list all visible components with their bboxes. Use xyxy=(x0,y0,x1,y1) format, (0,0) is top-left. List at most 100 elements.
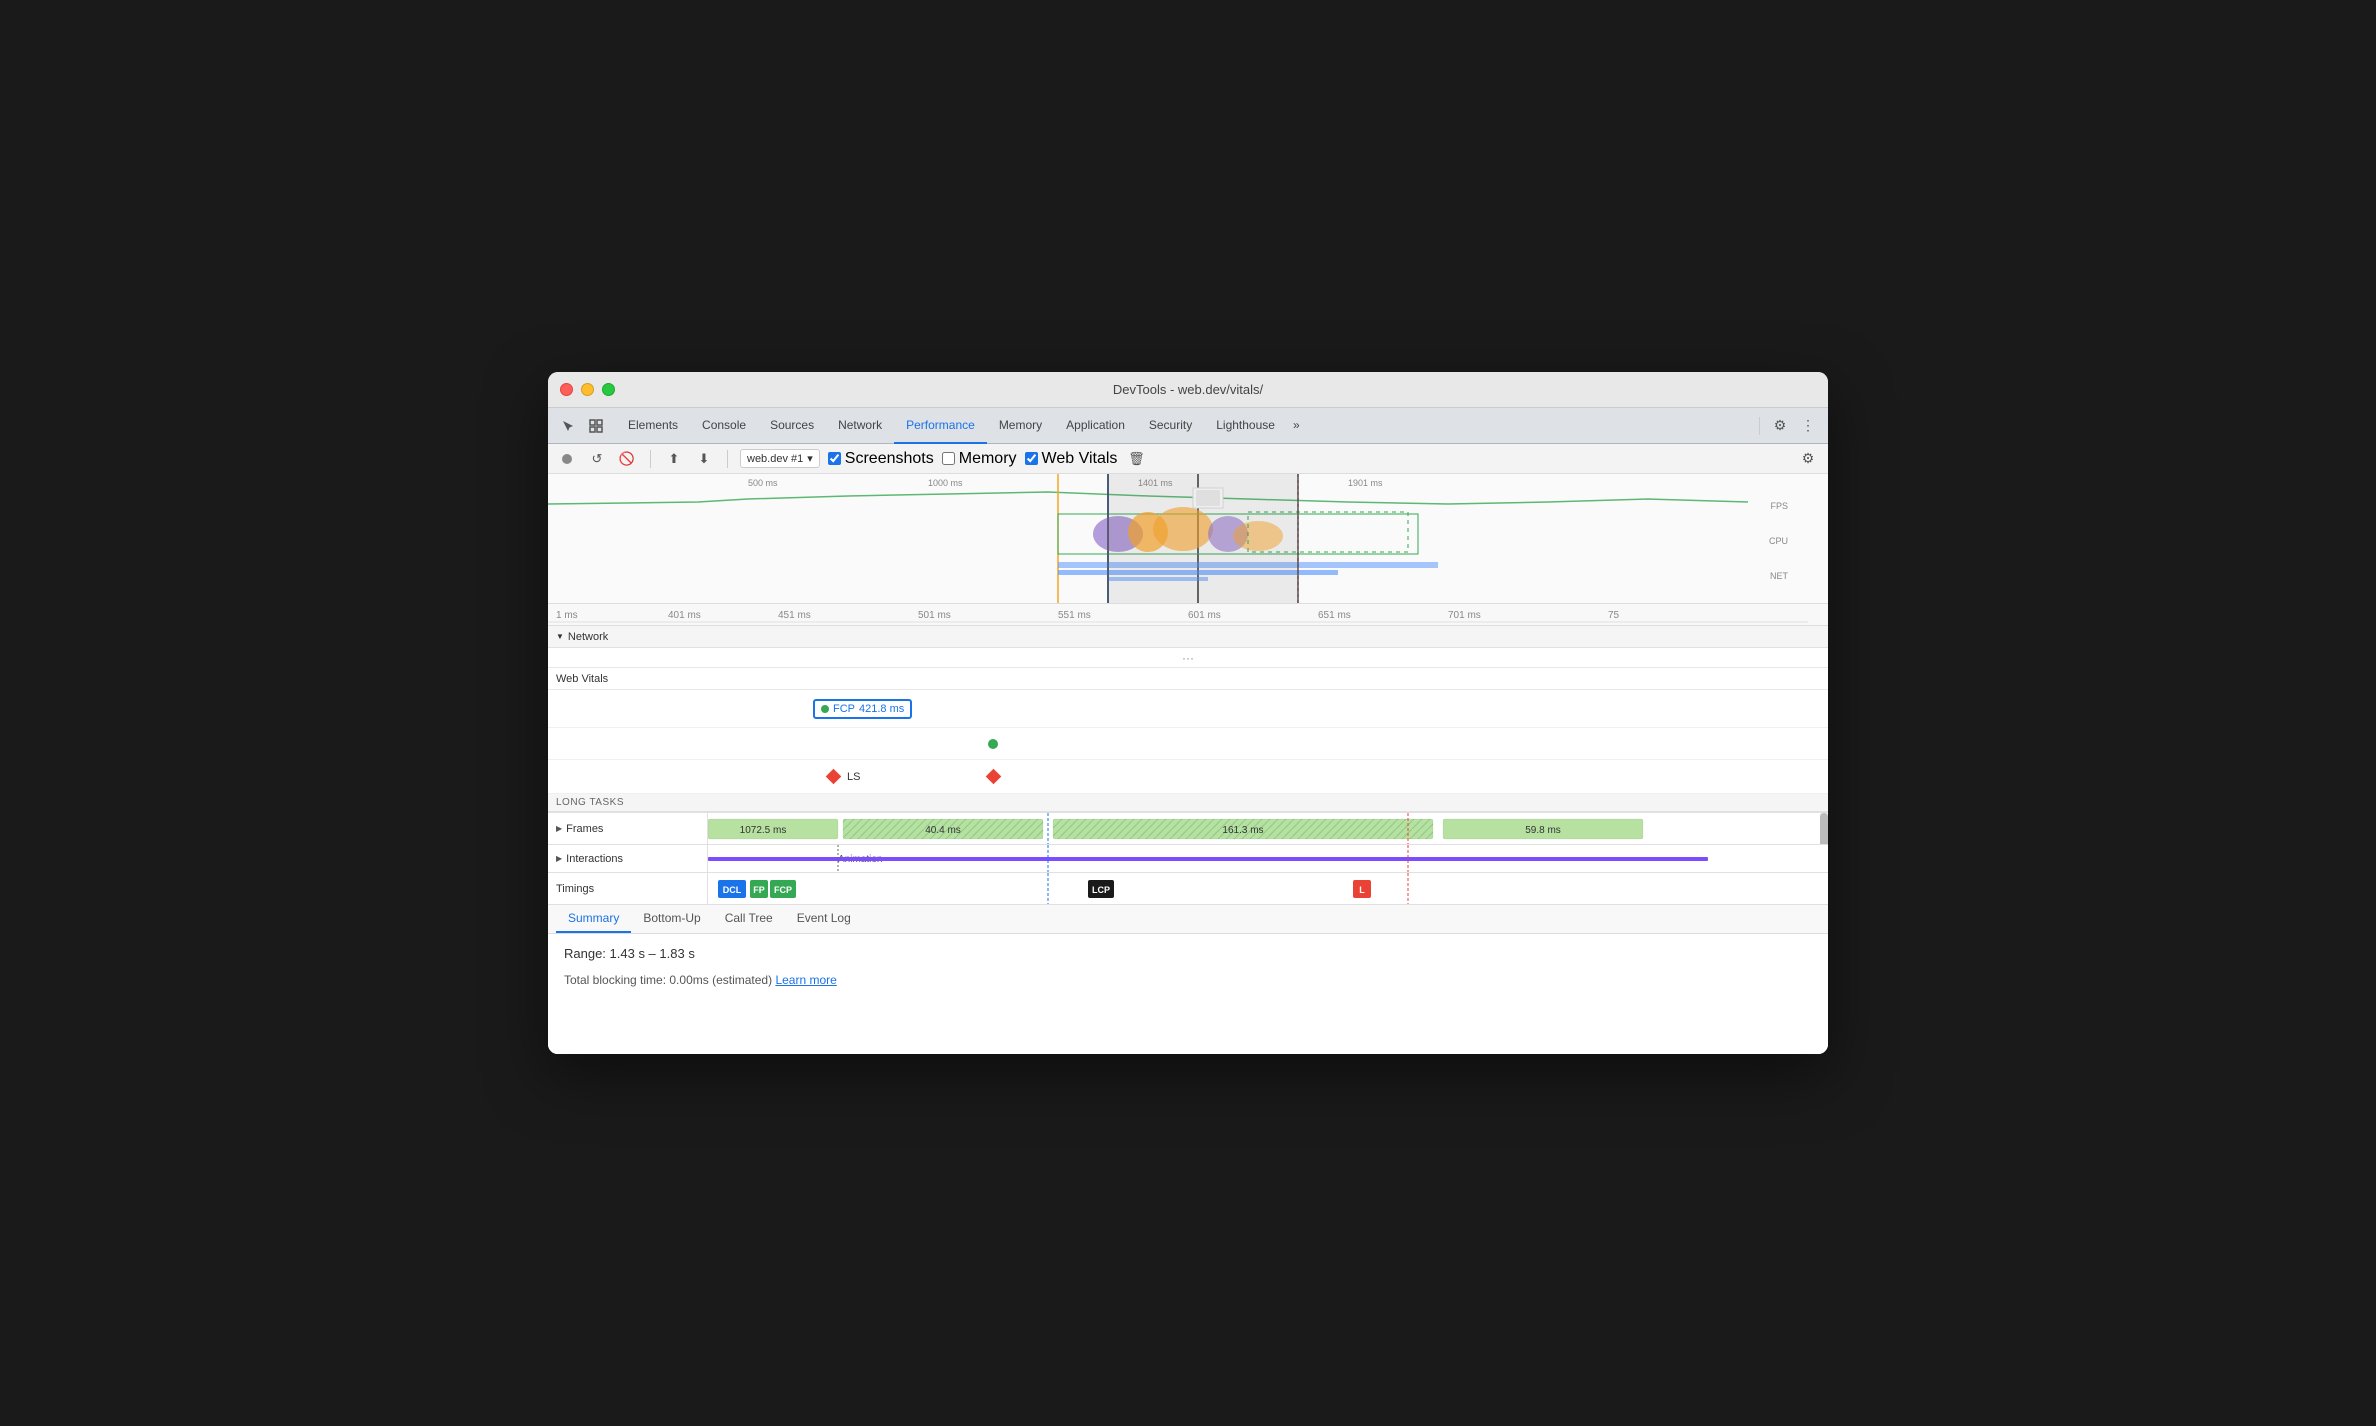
frames-row: ▶ Frames 1072.5 ms 40.4 ms xyxy=(548,813,1828,845)
tab-lighthouse[interactable]: Lighthouse xyxy=(1204,408,1287,444)
svg-text:401 ms: 401 ms xyxy=(668,610,701,621)
tab-bar-right: ⚙ ⋮ xyxy=(1755,414,1820,438)
svg-text:501 ms: 501 ms xyxy=(918,610,951,621)
tab-network[interactable]: Network xyxy=(826,408,894,444)
svg-text:DCL: DCL xyxy=(723,885,742,895)
interactions-content: Animation xyxy=(708,845,1828,872)
timings-content: DCL FP FCP LCP xyxy=(708,873,1828,904)
tab-performance[interactable]: Performance xyxy=(894,408,987,444)
triangle-icon: ▼ xyxy=(556,632,564,641)
settings-icon[interactable]: ⚙ xyxy=(1768,414,1792,438)
tab-sources[interactable]: Sources xyxy=(758,408,826,444)
svg-text:161.3 ms: 161.3 ms xyxy=(1222,825,1263,836)
tab-event-log[interactable]: Event Log xyxy=(785,905,863,933)
tab-bottom-up[interactable]: Bottom-Up xyxy=(631,905,712,933)
tab-elements[interactable]: Elements xyxy=(616,408,690,444)
fcp-row: FCP 421.8 ms xyxy=(548,690,1828,728)
web-vitals-header: Web Vitals xyxy=(548,668,1828,690)
tab-console[interactable]: Console xyxy=(690,408,758,444)
svg-text:500 ms: 500 ms xyxy=(748,478,778,488)
refresh-button[interactable]: ↺ xyxy=(586,448,608,470)
capture-settings-icon[interactable]: ⚙ xyxy=(1796,447,1820,471)
svg-text:FPS: FPS xyxy=(1770,501,1788,511)
memory-checkbox[interactable]: Memory xyxy=(942,450,1017,468)
ls-label: LS xyxy=(847,771,860,783)
devtools-body: Elements Console Sources Network Perform… xyxy=(548,408,1828,1054)
ls-diamond-2 xyxy=(986,769,1002,785)
more-icon[interactable]: ⋮ xyxy=(1796,414,1820,438)
tab-more[interactable]: » xyxy=(1287,408,1306,444)
ls-diamond-1 xyxy=(826,769,842,785)
svg-text:551 ms: 551 ms xyxy=(1058,610,1091,621)
session-selector[interactable]: web.dev #1 ▾ xyxy=(740,449,820,468)
upload-button[interactable]: ⬆ xyxy=(663,448,685,470)
timings-label[interactable]: Timings xyxy=(548,873,708,904)
fcp-badge[interactable]: FCP 421.8 ms xyxy=(813,699,912,719)
tab-security[interactable]: Security xyxy=(1137,408,1204,444)
track-dots: ··· xyxy=(548,648,1828,668)
svg-text:1000 ms: 1000 ms xyxy=(928,478,963,488)
timeline-main: 1 ms 401 ms 451 ms 501 ms 551 ms 601 ms … xyxy=(548,604,1828,1054)
frames-label[interactable]: ▶ Frames xyxy=(548,813,708,844)
timings-row: Timings DCL FP FCP xyxy=(548,873,1828,905)
fcp-dot xyxy=(821,705,829,713)
window-title: DevTools - web.dev/vitals/ xyxy=(1113,382,1263,397)
timeline-overview[interactable]: 500 ms 1000 ms 1401 ms 1901 ms FPS CPU N… xyxy=(548,474,1828,604)
screenshots-checkbox[interactable]: Screenshots xyxy=(828,450,934,468)
titlebar: DevTools - web.dev/vitals/ xyxy=(548,372,1828,408)
record-button[interactable] xyxy=(556,448,578,470)
performance-toolbar: ↺ 🚫 ⬆ ⬇ web.dev #1 ▾ Screenshots Memory … xyxy=(548,444,1828,474)
tab-bar: Elements Console Sources Network Perform… xyxy=(548,408,1828,444)
svg-text:NET: NET xyxy=(1770,571,1789,581)
delete-icon[interactable]: 🗑 xyxy=(1125,448,1147,470)
download-button[interactable]: ⬇ xyxy=(693,448,715,470)
summary-range: Range: 1.43 s – 1.83 s xyxy=(564,946,1812,961)
tab-application[interactable]: Application xyxy=(1054,408,1137,444)
web-vitals-checkbox[interactable]: Web Vitals xyxy=(1025,450,1118,468)
tab-summary[interactable]: Summary xyxy=(556,905,631,933)
svg-text:LCP: LCP xyxy=(1092,885,1110,895)
lcp-row xyxy=(548,728,1828,760)
summary-panel: Range: 1.43 s – 1.83 s Total blocking ti… xyxy=(548,934,1828,1054)
devtools-window: DevTools - web.dev/vitals/ xyxy=(548,372,1828,1054)
tab-call-tree[interactable]: Call Tree xyxy=(713,905,785,933)
interactions-label[interactable]: ▶ Interactions xyxy=(548,845,708,872)
maximize-button[interactable] xyxy=(602,383,615,396)
web-vitals-section: Web Vitals FCP 421.8 ms xyxy=(548,668,1828,813)
interactions-row: ▶ Interactions Animation xyxy=(548,845,1828,873)
scrollbar-thumb[interactable] xyxy=(1820,813,1828,844)
clear-button[interactable]: 🚫 xyxy=(616,448,638,470)
minimize-button[interactable] xyxy=(581,383,594,396)
learn-more-link[interactable]: Learn more xyxy=(775,973,836,987)
svg-text:1072.5 ms: 1072.5 ms xyxy=(740,825,787,836)
svg-text:FP: FP xyxy=(753,885,765,895)
inspect-icon[interactable] xyxy=(584,414,608,438)
traffic-lights xyxy=(560,383,615,396)
svg-text:75: 75 xyxy=(1608,610,1620,621)
time-ruler: 1 ms 401 ms 451 ms 501 ms 551 ms 601 ms … xyxy=(548,604,1828,626)
svg-text:L: L xyxy=(1359,885,1365,895)
svg-text:59.8 ms: 59.8 ms xyxy=(1525,825,1561,836)
svg-text:701 ms: 701 ms xyxy=(1448,610,1481,621)
sep2 xyxy=(727,450,728,468)
svg-text:451 ms: 451 ms xyxy=(778,610,811,621)
network-track-header[interactable]: ▼ Network xyxy=(548,626,1828,648)
svg-text:1901 ms: 1901 ms xyxy=(1348,478,1383,488)
svg-text:CPU: CPU xyxy=(1769,536,1788,546)
chevron-down-icon: ▾ xyxy=(807,452,813,465)
svg-text:601 ms: 601 ms xyxy=(1188,610,1221,621)
tab-memory[interactable]: Memory xyxy=(987,408,1054,444)
svg-text:1 ms: 1 ms xyxy=(556,610,578,621)
scrollbar-track[interactable] xyxy=(1820,813,1828,844)
tab-bar-icons xyxy=(556,414,608,438)
summary-total: Total blocking time: 0.00ms (estimated) … xyxy=(564,973,1812,987)
svg-text:FCP: FCP xyxy=(774,885,792,895)
svg-text:651 ms: 651 ms xyxy=(1318,610,1351,621)
long-tasks-label: LONG TASKS xyxy=(548,794,1828,812)
lcp-dot xyxy=(988,739,998,749)
cursor-icon[interactable] xyxy=(556,414,580,438)
sep1 xyxy=(650,450,651,468)
svg-text:40.4 ms: 40.4 ms xyxy=(925,825,961,836)
ls-row: LS xyxy=(548,760,1828,794)
close-button[interactable] xyxy=(560,383,573,396)
